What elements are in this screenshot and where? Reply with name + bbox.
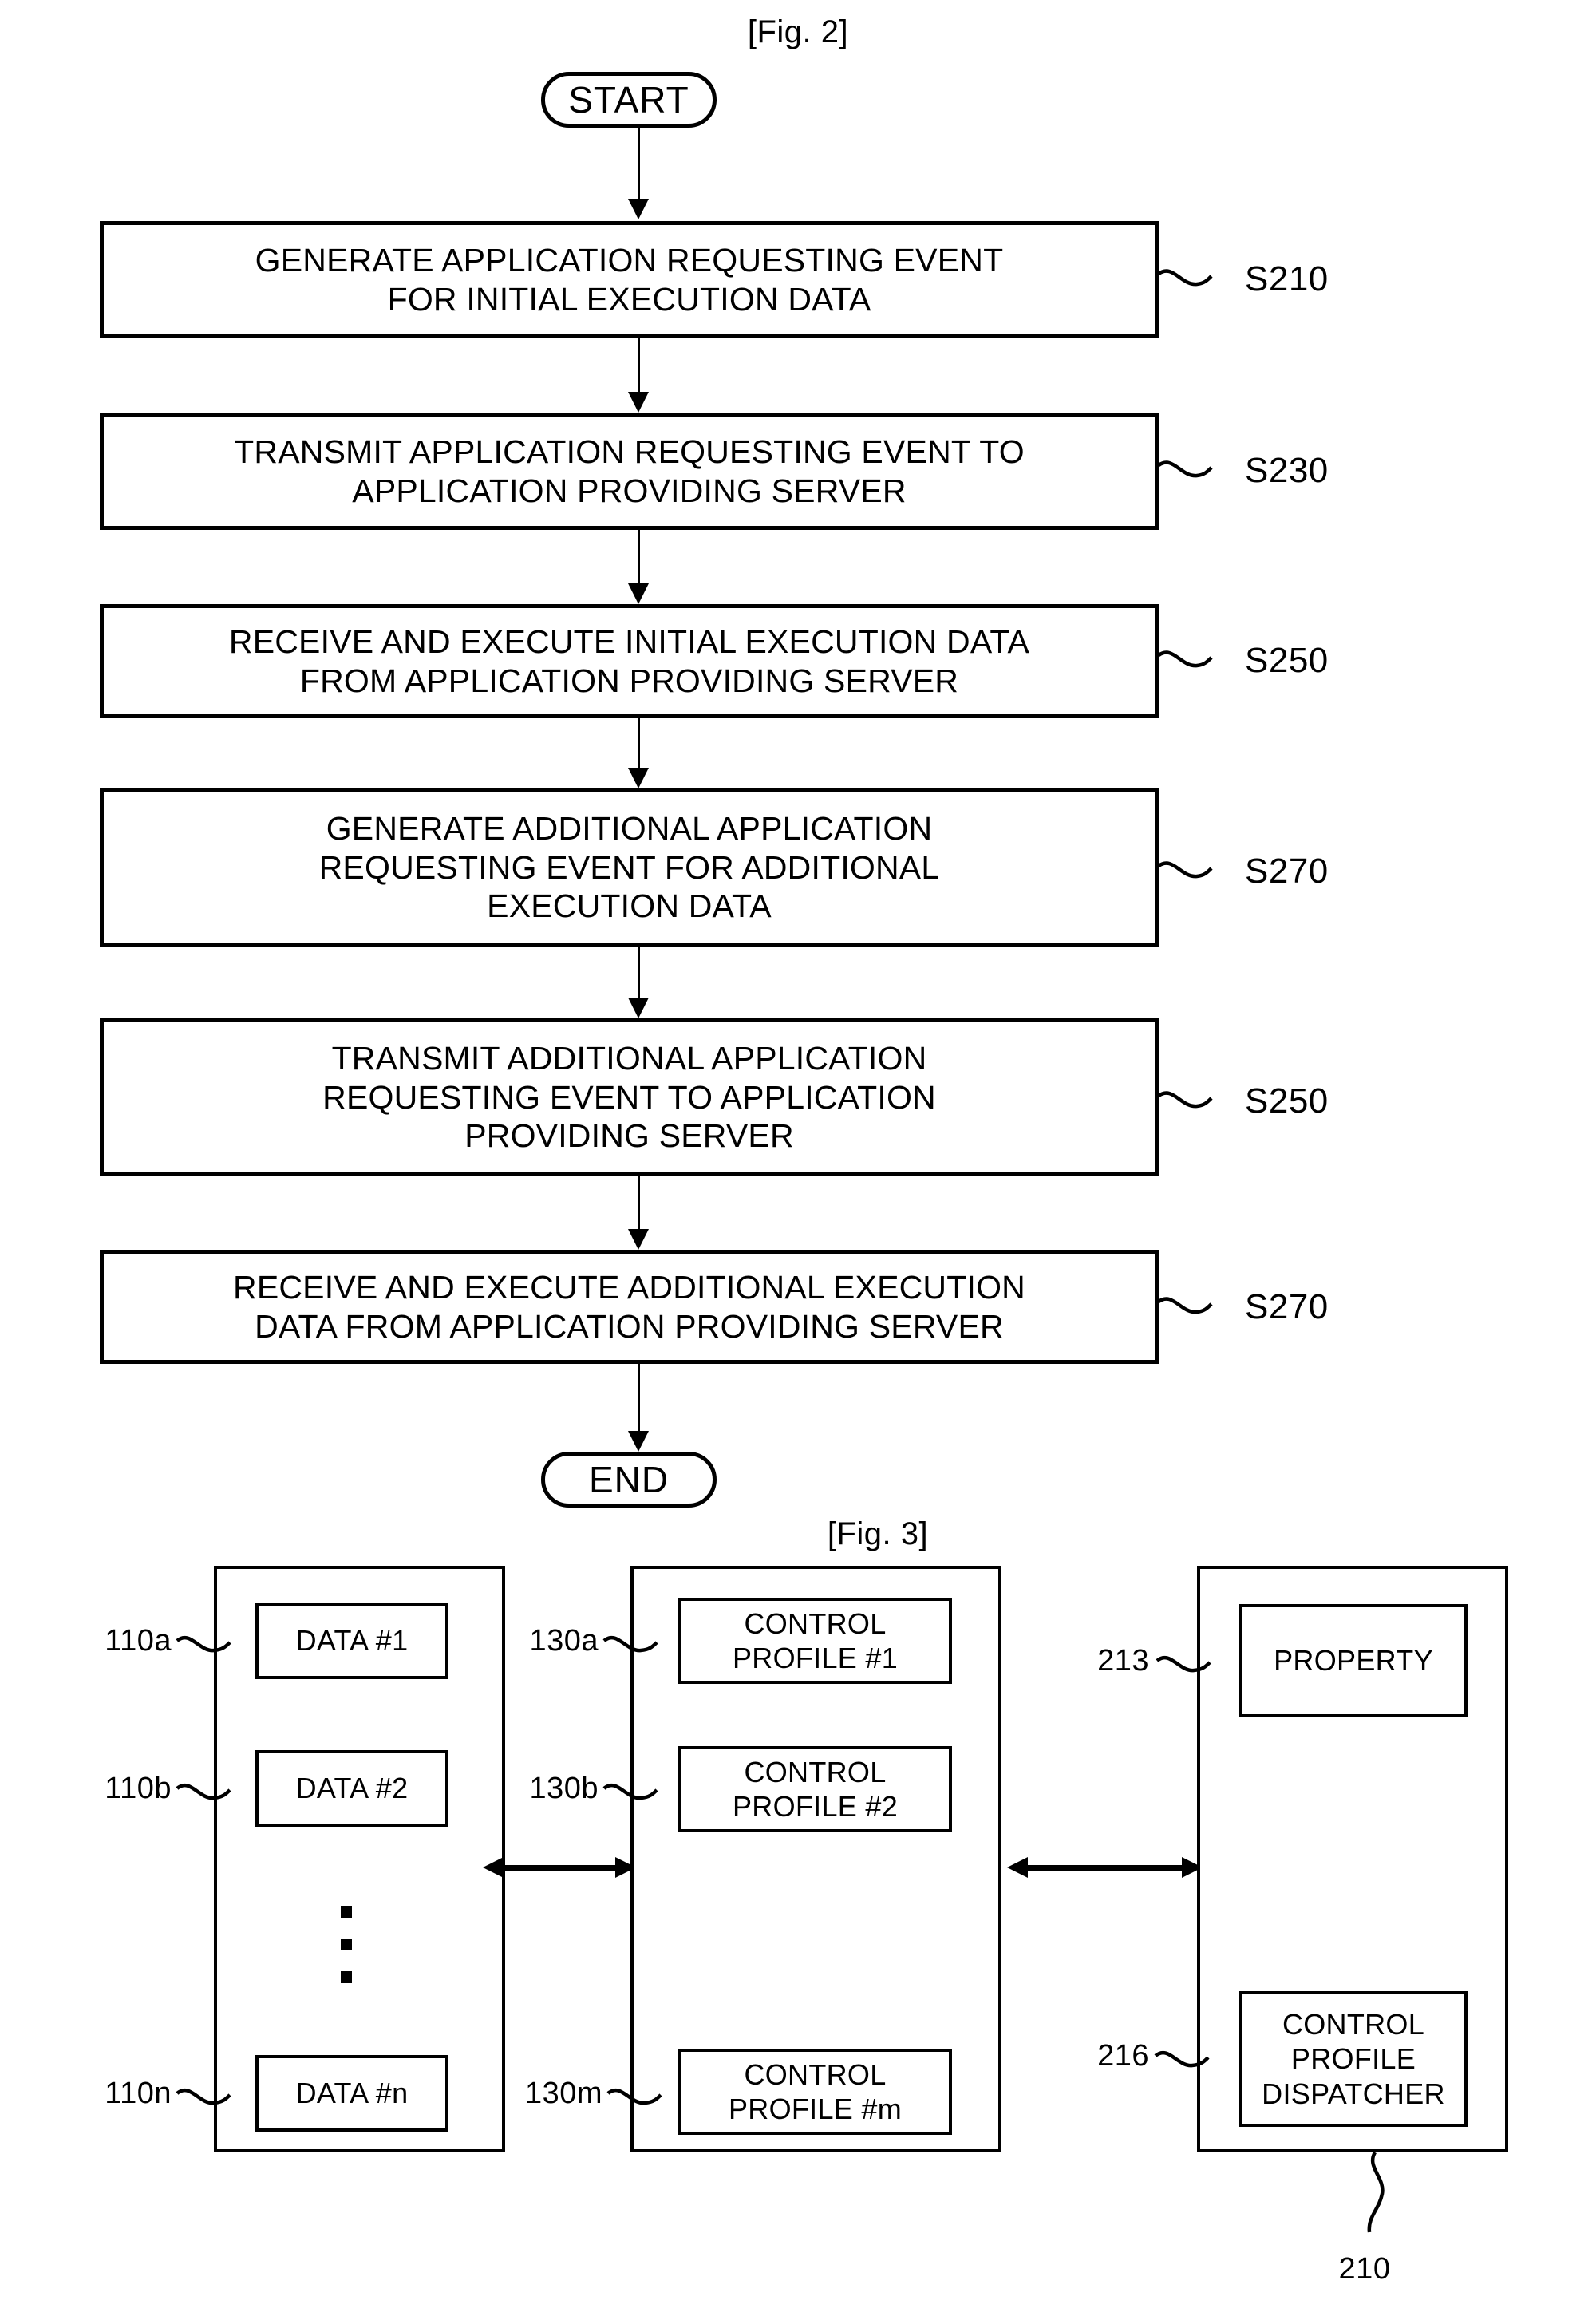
leader-line-s250-initial	[1157, 650, 1213, 668]
data-column-ellipsis	[341, 1906, 352, 1983]
leader-line-s270-generate	[1157, 861, 1213, 879]
data-box-n: DATA #n	[255, 2055, 448, 2132]
control-profile-box-2-text: CONTROL PROFILE #2	[732, 1755, 899, 1823]
leader-line-213	[1156, 1655, 1211, 1673]
process-box-s270-receive: RECEIVE AND EXECUTE ADDITIONAL EXECUTION…	[100, 1250, 1159, 1364]
leader-line-130m	[606, 2088, 662, 2105]
data-box-2: DATA #2	[255, 1750, 448, 1827]
connector-data-to-profile	[483, 1857, 636, 1878]
figure-2-caption: [Fig. 2]	[747, 14, 849, 49]
process-box-s250-initial: RECEIVE AND EXECUTE INITIAL EXECUTION DA…	[100, 604, 1159, 718]
step-ref-s270-receive: S270	[1245, 1287, 1329, 1326]
connector-arrow-step3-to-step4	[626, 718, 650, 788]
control-profile-box-2: CONTROL PROFILE #2	[678, 1746, 952, 1832]
data-box-1-text: DATA #1	[295, 1624, 409, 1658]
start-terminator: START	[541, 72, 717, 128]
process-box-s210-text: GENERATE APPLICATION REQUESTING EVENT FO…	[255, 242, 1004, 318]
leader-line-110n	[176, 2088, 231, 2105]
control-profile-box-1: CONTROL PROFILE #1	[678, 1598, 952, 1684]
step-ref-s270-generate: S270	[1245, 852, 1329, 891]
step-ref-s210: S210	[1245, 259, 1329, 298]
property-box: PROPERTY	[1239, 1604, 1468, 1717]
process-box-s270-generate: GENERATE ADDITIONAL APPLICATION REQUESTI…	[100, 788, 1159, 947]
leader-line-s230	[1157, 460, 1213, 478]
process-box-s230: TRANSMIT APPLICATION REQUESTING EVENT TO…	[100, 413, 1159, 530]
connector-arrow-step2-to-step3	[626, 530, 650, 604]
leader-line-s270-receive	[1157, 1297, 1213, 1314]
process-box-s250-transmit-text: TRANSMIT ADDITIONAL APPLICATION REQUESTI…	[322, 1040, 936, 1155]
ref-216: 216	[1097, 2039, 1149, 2073]
control-profile-box-m: CONTROL PROFILE #m	[678, 2049, 952, 2135]
ref-130m: 130m	[524, 2077, 602, 2110]
ref-130a: 130a	[529, 1624, 598, 1658]
step-ref-s250-initial: S250	[1245, 641, 1329, 680]
connector-arrow-start-to-step1	[626, 128, 650, 219]
leader-line-210	[1367, 2151, 1385, 2233]
data-box-n-text: DATA #n	[295, 2077, 409, 2110]
leader-line-110a	[176, 1635, 231, 1653]
ref-130b: 130b	[529, 1772, 598, 1805]
leader-line-130a	[602, 1635, 658, 1653]
process-box-s230-text: TRANSMIT APPLICATION REQUESTING EVENT TO…	[234, 433, 1025, 509]
control-profile-box-1-text: CONTROL PROFILE #1	[732, 1607, 899, 1674]
leader-line-130b	[602, 1783, 658, 1800]
process-box-s270-receive-text: RECEIVE AND EXECUTE ADDITIONAL EXECUTION…	[233, 1269, 1025, 1345]
property-box-text: PROPERTY	[1274, 1644, 1433, 1678]
end-terminator: END	[541, 1452, 717, 1508]
data-box-2-text: DATA #2	[295, 1772, 409, 1805]
leader-line-s250-transmit	[1157, 1091, 1213, 1109]
process-box-s270-generate-text: GENERATE ADDITIONAL APPLICATION REQUESTI…	[318, 810, 940, 925]
leader-line-110b	[176, 1783, 231, 1800]
ref-210: 210	[1338, 2252, 1391, 2286]
leader-line-s210	[1157, 269, 1213, 287]
step-ref-s250-transmit: S250	[1245, 1081, 1329, 1120]
ref-110a: 110a	[105, 1624, 172, 1658]
control-profile-box-m-text: CONTROL PROFILE #m	[728, 2057, 903, 2125]
connector-arrow-step4-to-step5	[626, 947, 650, 1018]
ref-110b: 110b	[105, 1772, 172, 1805]
step-ref-s230: S230	[1245, 451, 1329, 490]
process-box-s250-initial-text: RECEIVE AND EXECUTE INITIAL EXECUTION DA…	[228, 623, 1030, 699]
connector-arrow-step1-to-step2	[626, 338, 650, 413]
control-profile-dispatcher-box: CONTROL PROFILE DISPATCHER	[1239, 1991, 1468, 2127]
connector-arrow-step6-to-end	[626, 1364, 650, 1452]
data-box-1: DATA #1	[255, 1603, 448, 1679]
figure-3-caption: [Fig. 3]	[827, 1516, 929, 1551]
end-label: END	[588, 1459, 670, 1500]
process-box-s250-transmit: TRANSMIT ADDITIONAL APPLICATION REQUESTI…	[100, 1018, 1159, 1176]
ref-110n: 110n	[105, 2077, 172, 2110]
start-label: START	[568, 79, 689, 121]
control-profile-dispatcher-box-text: CONTROL PROFILE DISPATCHER	[1262, 2008, 1445, 2110]
connector-arrow-step5-to-step6	[626, 1176, 650, 1250]
connector-profile-to-dispatcher	[1007, 1857, 1203, 1878]
leader-line-216	[1154, 2050, 1210, 2068]
ref-213: 213	[1097, 1644, 1149, 1678]
process-box-s210: GENERATE APPLICATION REQUESTING EVENT FO…	[100, 221, 1159, 338]
